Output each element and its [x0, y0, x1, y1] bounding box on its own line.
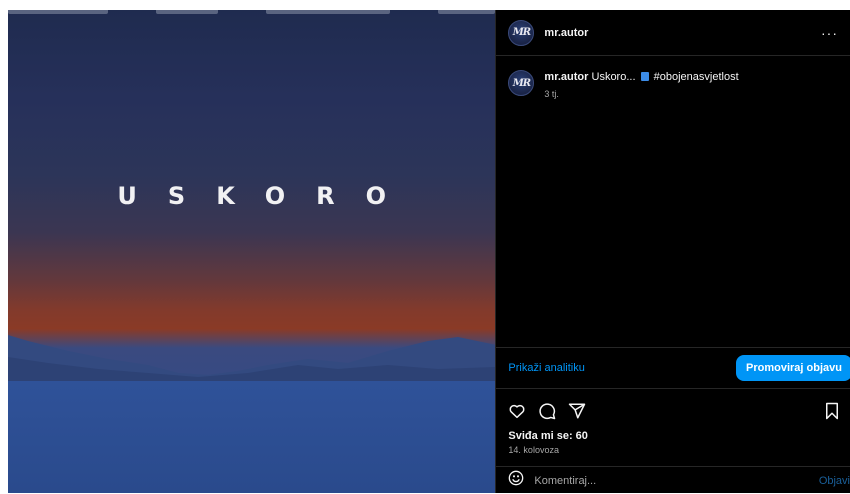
heart-icon[interactable] [508, 402, 526, 420]
image-headline: USKORO [117, 182, 417, 210]
caption-hashtag[interactable]: #obojenasvjetlost [651, 71, 739, 83]
like-count[interactable]: Sviđa mi se: 60 [508, 430, 588, 442]
caption-body: mr.autor Uskoro... #obojenasvjetlost 3 t… [544, 70, 738, 101]
author-username[interactable]: mr.autor [544, 27, 588, 39]
bookmark-icon[interactable] [824, 402, 840, 420]
post-image[interactable]: USKORO [8, 10, 496, 493]
post-modal: USKORO MR mr.autor ··· MR mr.autor Uskor… [8, 10, 850, 493]
post-sidebar: MR mr.autor ··· MR mr.autor Uskoro... #o… [495, 10, 850, 493]
comment-icon[interactable] [538, 402, 556, 420]
image-top-partial-text [8, 10, 496, 14]
caption-username[interactable]: mr.autor [544, 71, 588, 83]
caption-text: Uskoro... [588, 71, 639, 83]
book-emoji-icon [640, 72, 649, 81]
caption-avatar[interactable]: MR [508, 70, 535, 96]
promote-post-button[interactable]: Promoviraj objavu [736, 355, 850, 381]
post-comment-button[interactable]: Objavi [819, 475, 850, 487]
emoji-icon[interactable] [508, 470, 524, 491]
analytics-bar: Prikaži analitiku Promoviraj objavu [496, 347, 850, 389]
author-avatar[interactable]: MR [508, 19, 535, 46]
post-caption: MR mr.autor Uskoro... #obojenasvjetlost … [496, 56, 850, 101]
comment-bar: Objavi [496, 466, 850, 494]
caption-time: 3 tj. [544, 89, 559, 99]
mountains-illustration [8, 335, 496, 493]
view-insights-link[interactable]: Prikaži analitiku [508, 362, 584, 374]
share-icon[interactable] [568, 402, 586, 420]
post-date: 14. kolovoza [508, 445, 559, 455]
more-options-icon[interactable]: ··· [821, 25, 838, 41]
comment-input[interactable] [534, 474, 819, 487]
action-bar [496, 396, 850, 426]
post-header: MR mr.autor ··· [496, 10, 850, 56]
